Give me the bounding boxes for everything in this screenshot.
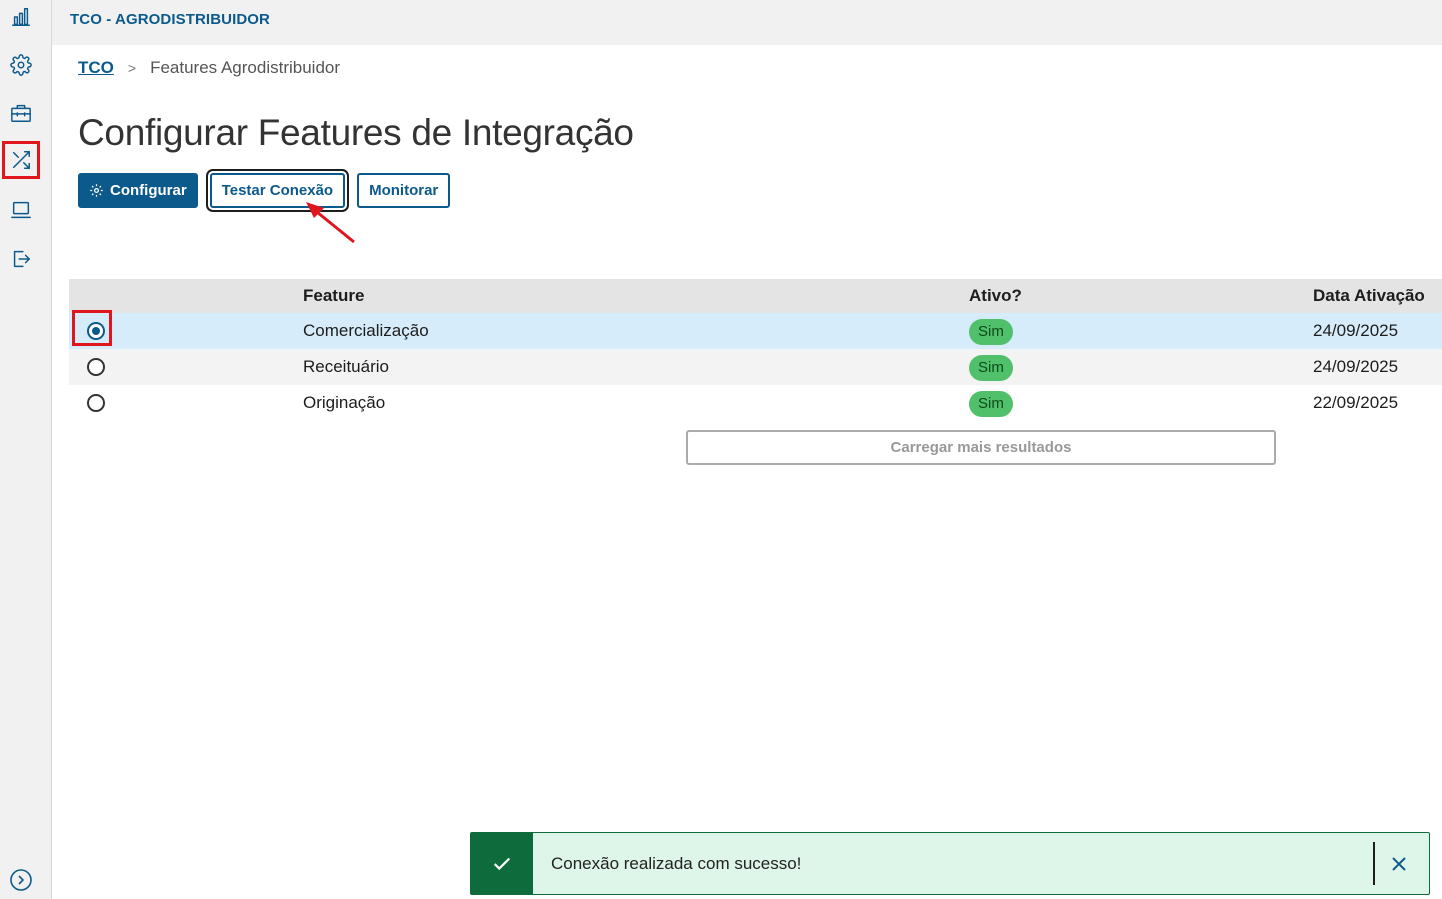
logout-icon[interactable] xyxy=(6,244,36,274)
feature-name: Comercialização xyxy=(303,321,429,340)
status-badge: Sim xyxy=(969,355,1013,381)
annotation-arrow xyxy=(306,202,355,244)
header-feature: Feature xyxy=(303,286,365,305)
table-header: Feature Ativo? Data Ativação xyxy=(69,279,1442,313)
breadcrumb-current: Features Agrodistribuidor xyxy=(150,58,341,77)
feature-name: Originação xyxy=(303,393,386,412)
toast-message: Conexão realizada com sucesso! xyxy=(551,853,802,873)
breadcrumb-root-link[interactable]: TCO xyxy=(78,58,114,78)
briefcase-icon[interactable] xyxy=(6,98,36,128)
laptop-icon[interactable] xyxy=(6,195,36,225)
table-row[interactable]: Comercialização Sim 24/09/2025 xyxy=(69,310,1442,349)
top-bar: TCO - AGRODISTRIBUIDOR xyxy=(52,0,1442,45)
activation-date: 24/09/2025 xyxy=(1313,321,1399,340)
check-icon xyxy=(471,833,533,894)
header-ativo: Ativo? xyxy=(969,286,1022,305)
status-badge: Sim xyxy=(969,319,1013,345)
toolbar: Configurar Testar Conexão Monitorar xyxy=(78,173,451,208)
configure-button-label: Configurar xyxy=(110,182,187,199)
load-more-button[interactable]: Carregar mais resultados xyxy=(686,430,1276,465)
activation-date: 22/09/2025 xyxy=(1313,393,1399,412)
close-icon[interactable] xyxy=(1389,854,1409,874)
activation-date: 24/09/2025 xyxy=(1313,357,1399,376)
row-radio[interactable] xyxy=(87,322,105,340)
status-badge: Sim xyxy=(969,391,1013,417)
row-radio[interactable] xyxy=(87,394,105,412)
breadcrumb-separator: > xyxy=(127,60,137,76)
breadcrumb: TCO > Features Agrodistribuidor xyxy=(78,58,340,78)
gear-icon[interactable] xyxy=(6,50,36,80)
table-row[interactable]: Receituário Sim 24/09/2025 xyxy=(69,349,1442,385)
feature-name: Receituário xyxy=(303,357,389,376)
bar-chart-icon[interactable] xyxy=(6,2,36,32)
app-title: TCO - AGRODISTRIBUIDOR xyxy=(70,11,270,28)
monitor-button[interactable]: Monitorar xyxy=(357,173,451,208)
header-data-ativacao: Data Ativação xyxy=(1313,286,1425,305)
table-row[interactable]: Originação Sim 22/09/2025 xyxy=(69,385,1442,421)
gear-icon xyxy=(90,184,103,197)
shuffle-icon[interactable] xyxy=(2,141,40,179)
success-toast: Conexão realizada com sucesso! xyxy=(470,832,1430,895)
chevron-right-circle-icon[interactable] xyxy=(9,868,33,892)
toast-divider xyxy=(1373,842,1375,885)
configure-button[interactable]: Configurar xyxy=(78,173,198,208)
sidebar xyxy=(0,0,52,899)
row-radio[interactable] xyxy=(87,358,105,376)
features-table: Feature Ativo? Data Ativação Comercializ… xyxy=(69,279,1442,421)
page-title: Configurar Features de Integração xyxy=(78,112,634,153)
